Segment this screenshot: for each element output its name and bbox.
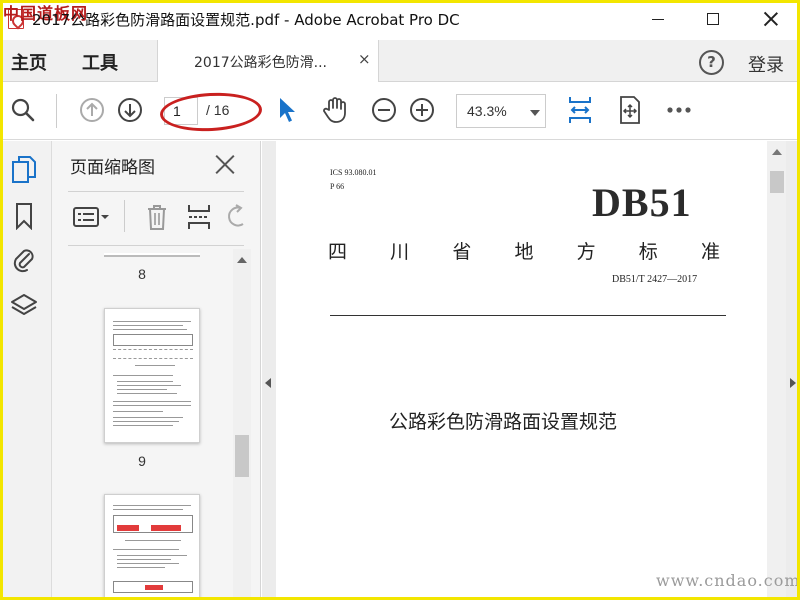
minimize-icon: [652, 18, 664, 20]
doc-standard-char: 四: [328, 241, 348, 263]
collapse-right-panel-handle[interactable]: [786, 141, 800, 600]
insert-page-icon[interactable]: [184, 202, 214, 232]
title-bar: 中国道板网 2017公路彩色防滑路面设置规范.pdf - Adobe Acrob…: [0, 0, 800, 40]
chevron-right-icon: [790, 378, 796, 388]
zoom-out-icon[interactable]: [369, 95, 399, 125]
tab-bar: 主页 工具 2017公路彩色防滑... × ? 登录: [0, 40, 800, 82]
login-button[interactable]: 登录: [748, 51, 784, 77]
thumbnail-page-9[interactable]: [104, 308, 200, 443]
page-thumbnails-icon[interactable]: [9, 155, 39, 185]
document-page[interactable]: ICS 93.080.01 P 66 DB51 四 川 省 地 方 标 准 DB…: [276, 141, 767, 600]
doc-standard-char: 标: [638, 241, 658, 263]
thumbnail-label: 9: [138, 453, 146, 469]
zoom-select[interactable]: 43.3%: [456, 94, 546, 128]
doc-standard-char: 方: [576, 241, 596, 263]
layers-icon[interactable]: [9, 291, 39, 321]
hand-tool-icon[interactable]: [320, 95, 350, 125]
toolbar-divider: [56, 94, 57, 128]
tab-document[interactable]: 2017公路彩色防滑... ×: [157, 40, 379, 82]
delete-page-icon[interactable]: [142, 202, 172, 232]
zoom-in-icon[interactable]: [407, 95, 437, 125]
thumbnail-page-8-edge: [104, 253, 200, 257]
page-display-icon[interactable]: [615, 95, 645, 125]
help-icon[interactable]: ?: [699, 50, 724, 75]
thumbnail-page-10[interactable]: [104, 494, 200, 600]
doc-standard-char: 准: [700, 241, 720, 263]
left-navigation-rail: [0, 141, 52, 600]
doc-ics-code: ICS 93.080.01: [330, 168, 377, 177]
next-page-icon[interactable]: [115, 95, 145, 125]
chevron-left-icon: [265, 378, 271, 388]
doc-title: 公路彩色防滑路面设置规范: [389, 411, 618, 433]
panel-divider: [68, 245, 244, 246]
panel-title: 页面缩略图: [70, 158, 155, 178]
watermark-bottom: www.cndao.com: [656, 571, 800, 590]
scroll-up-icon[interactable]: [237, 257, 247, 263]
zoom-value: 43.3%: [467, 103, 507, 119]
maximize-button[interactable]: [690, 0, 736, 38]
thumbnail-label: 8: [138, 266, 146, 282]
scrollbar-thumb[interactable]: [235, 435, 249, 477]
doc-standard-char: 地: [514, 241, 534, 263]
rotate-page-icon[interactable]: [222, 202, 252, 232]
attachment-icon[interactable]: [9, 244, 39, 274]
doc-standard-type: 四 川 省 地 方 标 准: [328, 237, 720, 264]
close-panel-icon[interactable]: [214, 153, 236, 175]
collapse-left-panel-handle[interactable]: [262, 141, 276, 600]
thumbnail-list: 8 9: [52, 249, 232, 600]
minimize-button[interactable]: [635, 0, 681, 38]
window-title: 2017公路彩色防滑路面设置规范.pdf - Adobe Acrobat Pro…: [32, 11, 460, 29]
panel-toolbar-divider: [124, 200, 125, 232]
document-tab-label: 2017公路彩色防滑...: [194, 55, 327, 71]
thumbnail-options-icon[interactable]: [70, 202, 112, 232]
doc-standard-char: 川: [390, 241, 410, 263]
doc-p-code: P 66: [330, 182, 345, 191]
doc-db-heading: DB51: [592, 180, 692, 225]
close-tab-button[interactable]: ×: [358, 50, 371, 68]
chevron-down-icon: [530, 110, 540, 116]
tab-home[interactable]: 主页: [11, 49, 47, 75]
doc-standard-char: 省: [452, 241, 472, 263]
close-window-button[interactable]: [748, 0, 794, 38]
maximize-icon: [707, 13, 719, 25]
scroll-up-icon[interactable]: [772, 149, 782, 155]
document-scrollbar[interactable]: [767, 141, 786, 600]
thumbnail-scrollbar[interactable]: [233, 249, 251, 600]
tab-tools[interactable]: 工具: [82, 49, 118, 75]
fit-page-icon[interactable]: [565, 95, 595, 125]
previous-page-icon[interactable]: [77, 95, 107, 125]
doc-divider: [330, 315, 726, 316]
bookmark-icon[interactable]: [9, 201, 39, 231]
panel-divider: [68, 191, 244, 192]
thumbnails-panel: 页面缩略图 8 9: [52, 141, 261, 600]
more-tools-icon[interactable]: [664, 95, 694, 125]
search-icon[interactable]: [8, 95, 38, 125]
toolbar: [0, 83, 800, 140]
close-icon: [764, 12, 778, 26]
select-tool-icon[interactable]: [272, 95, 302, 125]
doc-standard-code: DB51/T 2427—2017: [612, 274, 698, 285]
scrollbar-thumb[interactable]: [770, 171, 784, 193]
